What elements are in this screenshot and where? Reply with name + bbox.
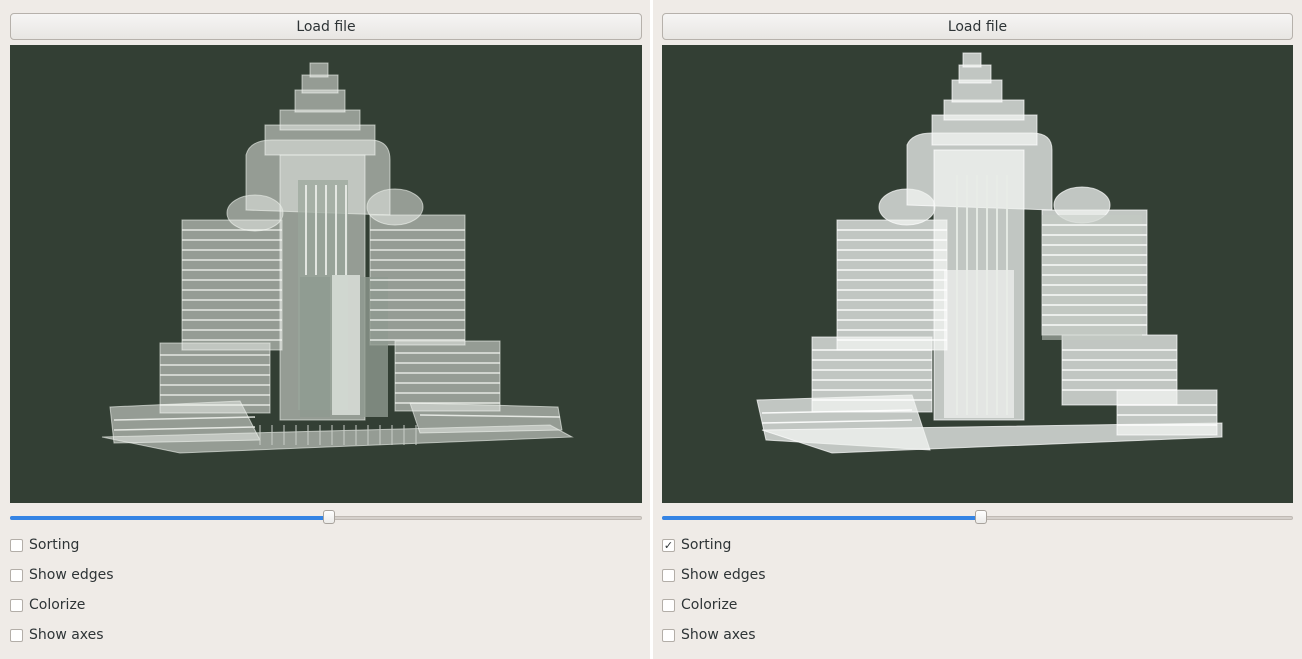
sorting-label: Sorting bbox=[681, 537, 732, 553]
3d-viewport[interactable] bbox=[662, 45, 1293, 503]
colorize-label: Colorize bbox=[681, 597, 738, 613]
3d-viewport[interactable] bbox=[10, 45, 642, 503]
show-edges-label: Show edges bbox=[29, 567, 114, 583]
slider-fill bbox=[662, 516, 981, 520]
slider-handle[interactable] bbox=[975, 510, 987, 524]
show-axes-checkbox[interactable] bbox=[662, 628, 675, 642]
left-panel: Load file Sorting Show edges Colorize Sh… bbox=[0, 0, 652, 659]
show-edges-option[interactable]: Show edges bbox=[10, 565, 114, 585]
show-edges-checkbox[interactable] bbox=[10, 568, 23, 582]
transparency-slider[interactable] bbox=[10, 510, 642, 526]
slider-fill bbox=[10, 516, 329, 520]
building-model bbox=[756, 52, 1223, 454]
show-axes-option[interactable]: Show axes bbox=[10, 625, 104, 645]
slider-handle[interactable] bbox=[323, 510, 335, 524]
sorting-option[interactable]: ✓ Sorting bbox=[662, 535, 731, 555]
building-model bbox=[101, 62, 574, 454]
sorting-option[interactable]: Sorting bbox=[10, 535, 79, 555]
colorize-checkbox[interactable] bbox=[662, 598, 675, 612]
show-edges-option[interactable]: Show edges bbox=[662, 565, 766, 585]
show-edges-label: Show edges bbox=[681, 567, 766, 583]
show-edges-checkbox[interactable] bbox=[662, 568, 675, 582]
right-panel: Load file ✓ Sorting Show edges Colorize … bbox=[653, 0, 1302, 659]
sorting-checkbox[interactable] bbox=[10, 538, 23, 552]
load-file-button[interactable]: Load file bbox=[10, 13, 642, 40]
load-file-button[interactable]: Load file bbox=[662, 13, 1293, 40]
sorting-label: Sorting bbox=[29, 537, 80, 553]
show-axes-label: Show axes bbox=[681, 627, 756, 643]
colorize-checkbox[interactable] bbox=[10, 598, 23, 612]
show-axes-option[interactable]: Show axes bbox=[662, 625, 756, 645]
colorize-option[interactable]: Colorize bbox=[10, 595, 85, 615]
transparency-slider[interactable] bbox=[662, 510, 1293, 526]
colorize-option[interactable]: Colorize bbox=[662, 595, 737, 615]
colorize-label: Colorize bbox=[29, 597, 86, 613]
show-axes-checkbox[interactable] bbox=[10, 628, 23, 642]
show-axes-label: Show axes bbox=[29, 627, 104, 643]
sorting-checkbox[interactable]: ✓ bbox=[662, 538, 675, 552]
